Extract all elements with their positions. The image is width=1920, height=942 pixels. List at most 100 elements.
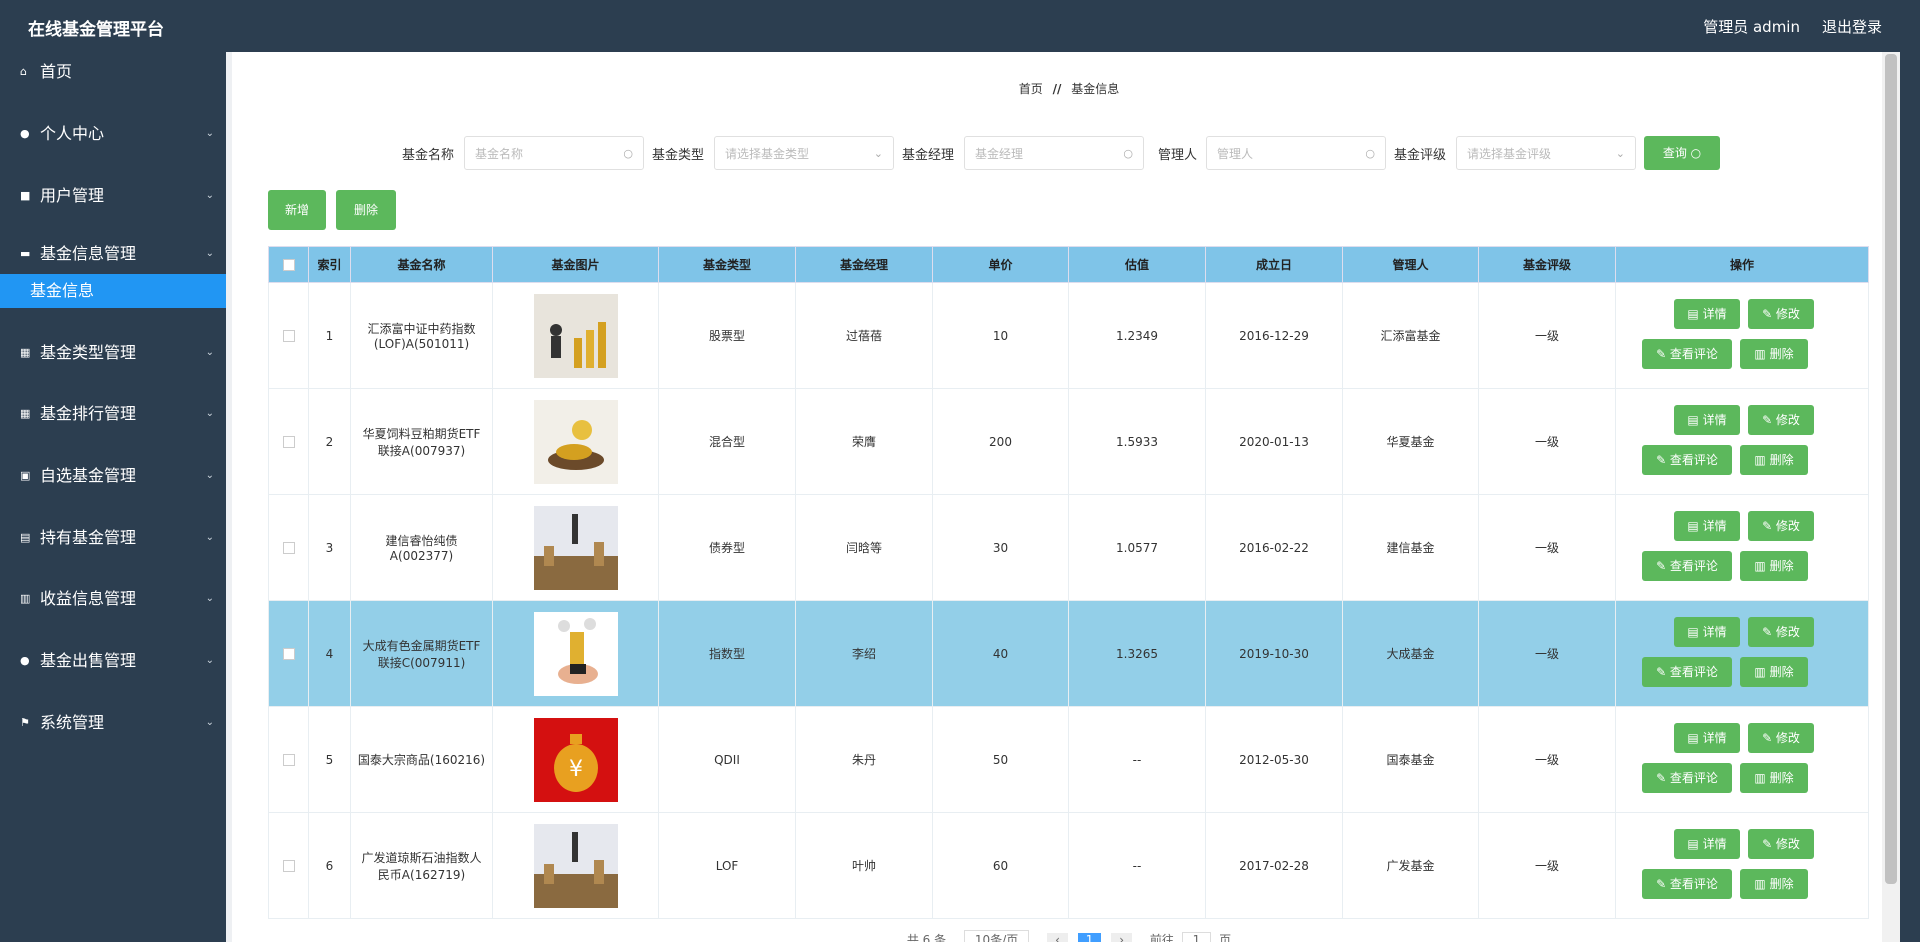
comment-icon: ■ bbox=[20, 189, 31, 202]
fund-type-select[interactable]: 请选择基金类型 ⌄ bbox=[714, 136, 894, 170]
user-icon: ● bbox=[20, 127, 30, 140]
breadcrumb-separator: // bbox=[1052, 82, 1062, 96]
sidebar-item-holdings[interactable]: ▤ 持有基金管理 ⌄ bbox=[0, 518, 226, 558]
row-checkbox[interactable] bbox=[282, 330, 295, 342]
column-header[interactable]: 管理人 bbox=[1342, 246, 1479, 283]
edit-button[interactable]: ✎ 修改 bbox=[1748, 510, 1814, 541]
vertical-scrollbar[interactable] bbox=[1882, 52, 1900, 942]
scrollbar-thumb[interactable] bbox=[1885, 54, 1897, 884]
fund-manager: 朱丹 bbox=[795, 706, 933, 813]
column-header[interactable]: 基金名称 bbox=[350, 246, 493, 283]
column-header[interactable]: 索引 bbox=[308, 246, 351, 283]
column-header[interactable]: 单价 bbox=[932, 246, 1069, 283]
view-comments-button[interactable]: ✎ 查看评论 bbox=[1642, 762, 1732, 793]
column-header[interactable]: 基金经理 bbox=[795, 246, 933, 283]
column-header[interactable]: 操作 bbox=[1615, 246, 1869, 283]
row-actions: ▤ 详情 ✎ 修改 ✎ 查看评论 ▥ 删除 bbox=[1615, 494, 1869, 601]
view-comments-button[interactable]: ✎ 查看评论 bbox=[1642, 868, 1732, 899]
sidebar-subitem-fund-info[interactable]: 基金信息 bbox=[0, 274, 226, 308]
sidebar-item-earnings[interactable]: ▥ 收益信息管理 ⌄ bbox=[0, 579, 226, 619]
detail-button[interactable]: ▤ 详情 bbox=[1674, 828, 1740, 859]
fund-image-cell bbox=[492, 494, 659, 601]
sidebar-item-home[interactable]: ⌂ 首页 bbox=[0, 52, 226, 92]
sidebar-item-profile[interactable]: ● 个人中心 ⌄ bbox=[0, 114, 226, 154]
table-row[interactable]: 1 汇添富中证中药指数(LOF)A(501011) 股票型 过蓓蓓 10 1.2… bbox=[268, 282, 1869, 389]
table-row[interactable]: 3 建信睿怡纯债A(002377) 债券型 闫晗等 30 1.0577 2016… bbox=[268, 494, 1869, 601]
edit-button[interactable]: ✎ 修改 bbox=[1748, 828, 1814, 859]
sidebar-item-system[interactable]: ⚑ 系统管理 ⌄ bbox=[0, 703, 226, 743]
edit-button[interactable]: ✎ 修改 bbox=[1748, 404, 1814, 435]
sidebar-item-watchlist[interactable]: ▣ 自选基金管理 ⌄ bbox=[0, 456, 226, 496]
delete-button[interactable]: ▥ 删除 bbox=[1740, 656, 1808, 687]
sidebar-item-fund-ranking[interactable]: ▦ 基金排行管理 ⌄ bbox=[0, 394, 226, 434]
detail-button[interactable]: ▤ 详情 bbox=[1674, 510, 1740, 541]
sidebar-item-fund-info[interactable]: ▬ 基金信息管理 ⌄ bbox=[0, 234, 226, 274]
breadcrumb-home[interactable]: 首页 bbox=[1019, 82, 1043, 96]
delete-button[interactable]: ▥ 删除 bbox=[1740, 444, 1808, 475]
row-checkbox[interactable] bbox=[282, 860, 295, 872]
table-row[interactable]: 6 广发道琼斯石油指数人民币A(162719) LOF 叶帅 60 -- 201… bbox=[268, 812, 1869, 919]
row-checkbox[interactable] bbox=[282, 542, 295, 554]
logout-link[interactable]: 退出登录 bbox=[1822, 16, 1882, 37]
edit-button[interactable]: ✎ 修改 bbox=[1748, 298, 1814, 329]
row-checkbox[interactable] bbox=[282, 648, 295, 660]
administrator-input[interactable]: 管理人 ○ bbox=[1206, 136, 1386, 170]
goto-page-input[interactable]: 1 bbox=[1181, 932, 1212, 942]
unit-price: 50 bbox=[932, 706, 1069, 813]
edit-button[interactable]: ✎ 修改 bbox=[1748, 722, 1814, 753]
fund-image-cell: ¥ bbox=[492, 706, 659, 813]
detail-button[interactable]: ▤ 详情 bbox=[1674, 722, 1740, 753]
row-action-group: ▤ 详情 ✎ 修改 ✎ 查看评论 ▥ 删除 bbox=[1642, 404, 1842, 479]
sidebar-item-label: 自选基金管理 bbox=[40, 466, 137, 485]
view-comments-button[interactable]: ✎ 查看评论 bbox=[1642, 656, 1732, 687]
fund-rating-select[interactable]: 请选择基金评级 ⌄ bbox=[1456, 136, 1636, 170]
row-index: 3 bbox=[308, 494, 351, 601]
fund-manager-input[interactable]: 基金经理 ○ bbox=[964, 136, 1144, 170]
table-row[interactable]: 5 国泰大宗商品(160216) ¥ QDII 朱丹 50 -- 2012-05… bbox=[268, 706, 1869, 813]
column-header[interactable]: 基金图片 bbox=[492, 246, 659, 283]
next-page-button[interactable]: › bbox=[1111, 933, 1132, 942]
add-button[interactable]: 新增 bbox=[268, 190, 326, 230]
select-all-checkbox[interactable] bbox=[282, 259, 295, 271]
flag-icon: ⚑ bbox=[20, 716, 30, 729]
detail-button[interactable]: ▤ 详情 bbox=[1674, 404, 1740, 435]
query-button[interactable]: 查询 ○ bbox=[1644, 136, 1720, 170]
administrator: 华夏基金 bbox=[1342, 388, 1479, 495]
column-header[interactable]: 基金类型 bbox=[658, 246, 796, 283]
view-comments-button[interactable]: ✎ 查看评论 bbox=[1642, 444, 1732, 475]
select-all-header[interactable] bbox=[268, 246, 309, 283]
view-comments-button[interactable]: ✎ 查看评论 bbox=[1642, 550, 1732, 581]
administrator: 国泰基金 bbox=[1342, 706, 1479, 813]
inception-date: 2012-05-30 bbox=[1205, 706, 1343, 813]
detail-button[interactable]: ▤ 详情 bbox=[1674, 298, 1740, 329]
table-row[interactable]: 2 华夏饲料豆粕期货ETF联接A(007937) 混合型 荣膺 200 1.59… bbox=[268, 388, 1869, 495]
edit-button[interactable]: ✎ 修改 bbox=[1748, 616, 1814, 647]
svg-text:¥: ¥ bbox=[569, 757, 583, 782]
chevron-down-icon: ⌄ bbox=[205, 128, 214, 139]
goto-label: 前往 bbox=[1149, 933, 1174, 942]
row-checkbox[interactable] bbox=[282, 754, 295, 766]
batch-delete-button[interactable]: 删除 bbox=[336, 190, 396, 230]
delete-button[interactable]: ▥ 删除 bbox=[1740, 338, 1808, 369]
delete-button[interactable]: ▥ 删除 bbox=[1740, 550, 1808, 581]
detail-button[interactable]: ▤ 详情 bbox=[1674, 616, 1740, 647]
column-header[interactable]: 估值 bbox=[1068, 246, 1206, 283]
page-number[interactable]: 1 bbox=[1077, 933, 1102, 942]
sidebar-item-fund-type[interactable]: ▦ 基金类型管理 ⌄ bbox=[0, 333, 226, 373]
column-header[interactable]: 基金评级 bbox=[1478, 246, 1616, 283]
view-comments-button[interactable]: ✎ 查看评论 bbox=[1642, 338, 1732, 369]
delete-button[interactable]: ▥ 删除 bbox=[1740, 868, 1808, 899]
row-checkbox[interactable] bbox=[282, 436, 295, 448]
column-header[interactable]: 成立日 bbox=[1205, 246, 1343, 283]
page-size-select[interactable]: 10条/页 bbox=[963, 930, 1030, 942]
inception-date: 2020-01-13 bbox=[1205, 388, 1343, 495]
unit-price: 10 bbox=[932, 282, 1069, 389]
delete-button[interactable]: ▥ 删除 bbox=[1740, 762, 1808, 793]
chevron-down-icon: ⌄ bbox=[873, 147, 883, 160]
fund-name-input[interactable]: 基金名称 ○ bbox=[464, 136, 644, 170]
total-count: 共 6 条 bbox=[906, 933, 947, 942]
sidebar-item-fund-sale[interactable]: ● 基金出售管理 ⌄ bbox=[0, 641, 226, 681]
table-row-highlighted[interactable]: 4 大成有色金属期货ETF联接C(007911) 指数型 李绍 40 1.326… bbox=[268, 600, 1869, 707]
sidebar-item-users[interactable]: ■ 用户管理 ⌄ bbox=[0, 176, 226, 216]
prev-page-button[interactable]: ‹ bbox=[1047, 933, 1068, 942]
